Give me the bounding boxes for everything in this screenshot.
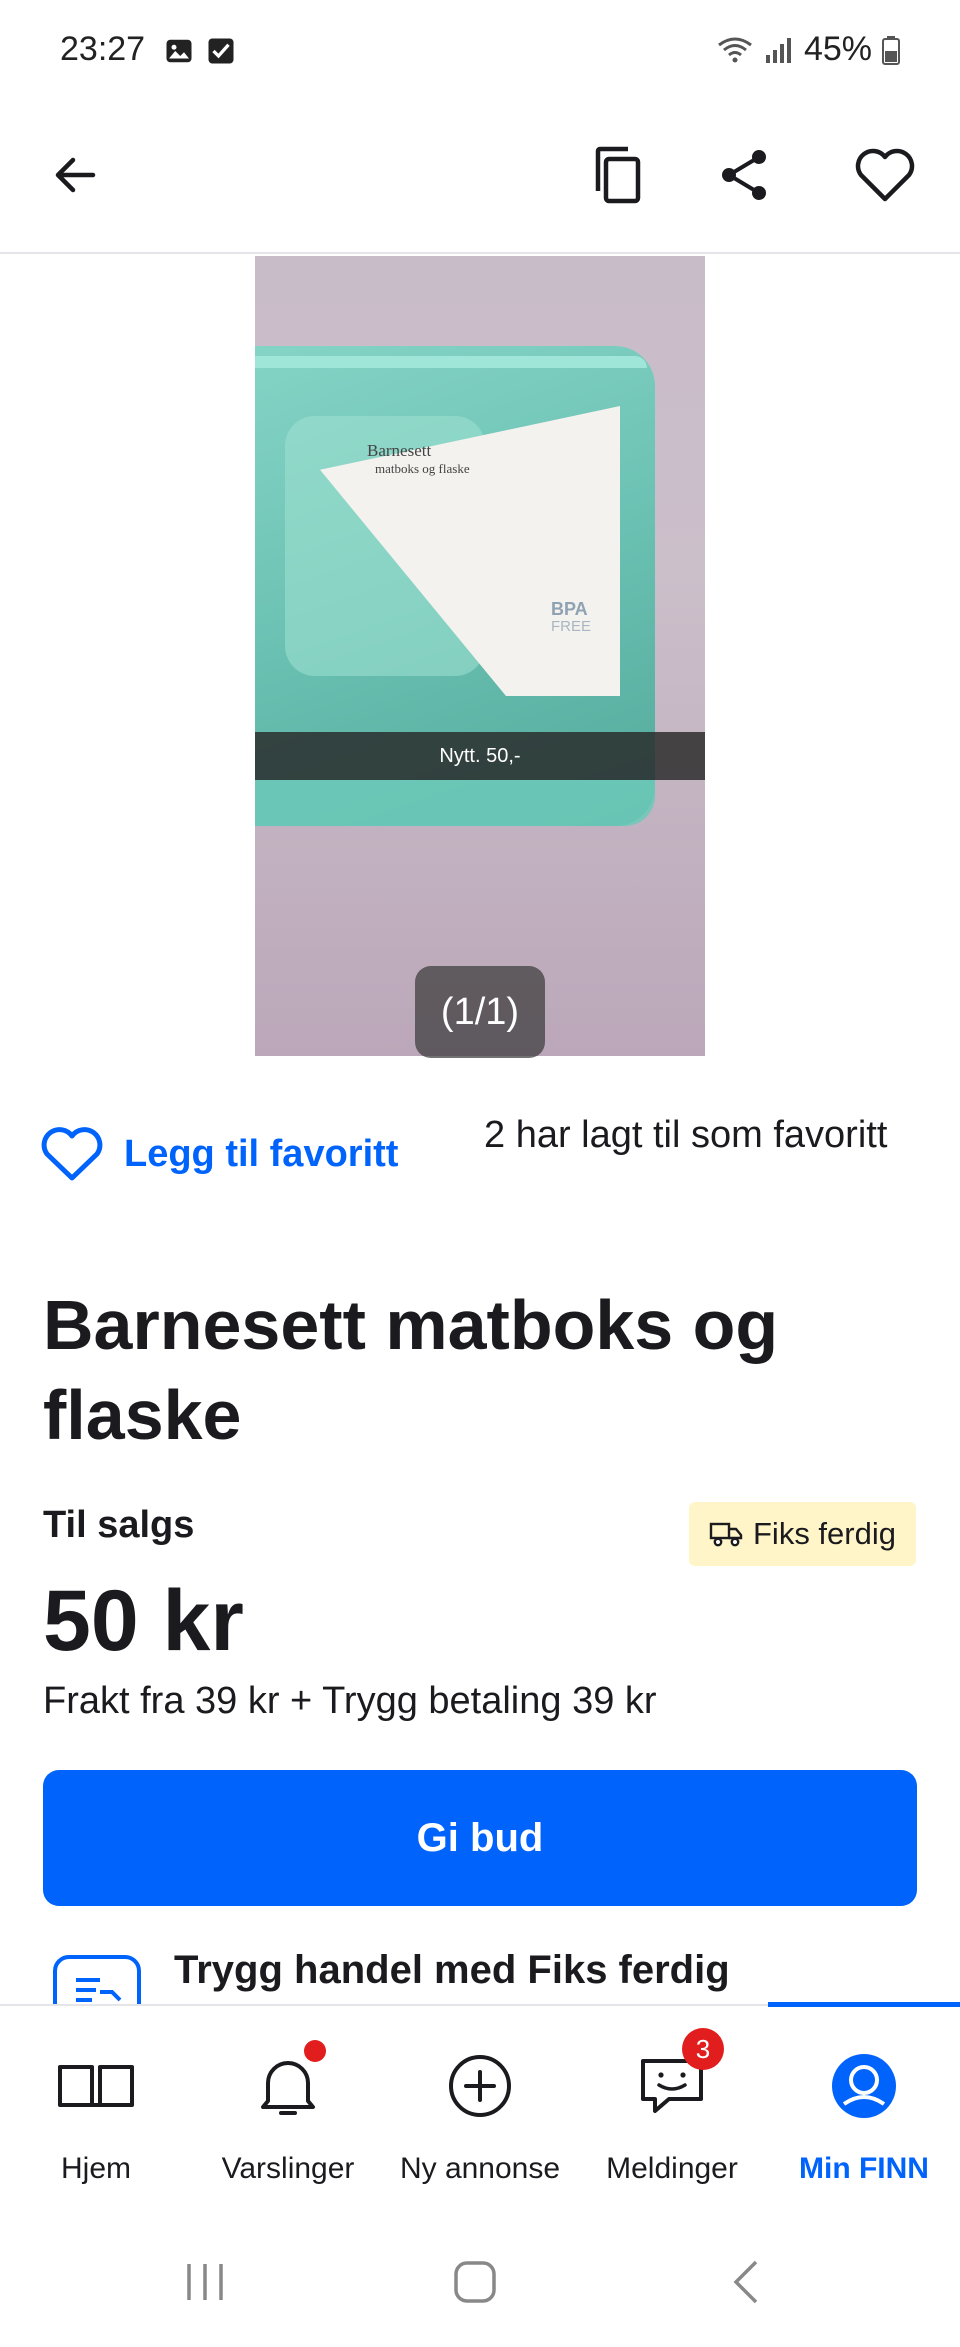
- nav-item-varslinger[interactable]: Varslinger: [192, 2006, 384, 2206]
- listing-title: Barnesett matboks og flaske: [43, 1286, 779, 1454]
- photo-label-free: FREE: [551, 618, 592, 635]
- nav-label-min-finn: Min FINN: [799, 2152, 929, 2185]
- photo-label-title: Barnesett: [367, 441, 432, 460]
- signal-icon: [765, 37, 791, 63]
- nav-label-meldinger: Meldinger: [606, 2152, 738, 2185]
- favorite-count-text: 2 har lagt til som favoritt: [484, 1114, 888, 1156]
- checkbox-icon: [208, 38, 234, 64]
- copy-button[interactable]: [573, 130, 663, 220]
- profile-icon: [824, 2046, 904, 2126]
- status-time: 23:27: [60, 30, 146, 68]
- make-offer-button[interactable]: Gi bud: [43, 1770, 917, 1906]
- heart-icon: [855, 148, 915, 202]
- add-favorite-label: Legg til favoritt: [124, 1132, 399, 1175]
- favorite-row: Legg til favoritt 2 har lagt til som fav…: [0, 1100, 960, 1230]
- nav-label-ny-annonse: Ny annonse: [399, 2152, 561, 2185]
- wifi-icon: [718, 37, 752, 62]
- nav-item-min-finn[interactable]: Min FINN: [768, 2006, 960, 2206]
- home-square-icon: [454, 2261, 496, 2303]
- listing-price: 50 kr: [43, 1573, 244, 1669]
- app-bar: [0, 100, 960, 254]
- plus-circle-icon: [440, 2046, 520, 2126]
- nav-item-ny-annonse[interactable]: Ny annonse: [384, 2006, 576, 2206]
- safe-delivery-icon: [53, 1955, 141, 2004]
- nav-item-meldinger[interactable]: 3 Meldinger: [576, 2006, 768, 2206]
- system-back-button[interactable]: [705, 2252, 785, 2312]
- nav-label-hjem: Hjem: [60, 2152, 131, 2185]
- status-bar: 23:27 45%: [0, 0, 960, 100]
- favorite-header-button[interactable]: [840, 130, 930, 220]
- photo-price-tag: Nytt. 50,-: [255, 732, 705, 780]
- copy-icon: [595, 146, 641, 204]
- home-button[interactable]: [435, 2252, 515, 2312]
- photo-label-bpa: BPA: [551, 599, 588, 619]
- fiks-ferdig-label: Fiks ferdig: [753, 1516, 896, 1551]
- add-favorite-button[interactable]: Legg til favoritt: [40, 1126, 398, 1182]
- bottom-navigation: Hjem Varslinger Ny annonse 3 Meldinger M…: [0, 2002, 960, 2206]
- safe-trade-section[interactable]: Trygg handel med Fiks ferdig: [0, 1940, 960, 2004]
- back-button[interactable]: [30, 130, 120, 220]
- image-icon: [166, 39, 192, 63]
- back-arrow-icon: [55, 157, 96, 193]
- photo-label-subtitle: matboks og flaske: [375, 461, 470, 476]
- share-button[interactable]: [700, 130, 790, 220]
- listing-photo[interactable]: Barnesett matboks og flaske BPA FREE Nyt…: [255, 256, 705, 1056]
- shipping-info: Frakt fra 39 kr + Trygg betaling 39 kr: [43, 1680, 657, 1722]
- recent-apps-button[interactable]: [165, 2252, 245, 2312]
- heart-outline-icon: [41, 1127, 103, 1181]
- system-navigation: [0, 2204, 960, 2347]
- listing-status: Til salgs: [43, 1504, 195, 1546]
- delivery-truck-icon: [709, 1522, 743, 1547]
- recent-apps-icon: [187, 2264, 223, 2300]
- battery-icon: [882, 35, 900, 65]
- safe-trade-title: Trygg handel med Fiks ferdig: [174, 1948, 730, 1992]
- share-icon: [722, 150, 766, 200]
- nav-item-hjem[interactable]: Hjem: [0, 2006, 192, 2206]
- chevron-left-icon: [733, 2260, 758, 2304]
- nav-label-varslinger: Varslinger: [221, 2152, 355, 2185]
- battery-percent: 45%: [803, 30, 872, 68]
- notification-dot: [304, 2040, 326, 2062]
- image-gallery: Barnesett matboks og flaske BPA FREE Nyt…: [0, 256, 960, 1058]
- book-icon: [56, 2046, 136, 2126]
- image-counter: (1/1): [415, 966, 545, 1058]
- fiks-ferdig-badge: Fiks ferdig: [689, 1502, 916, 1566]
- message-count-badge: 3: [682, 2028, 724, 2070]
